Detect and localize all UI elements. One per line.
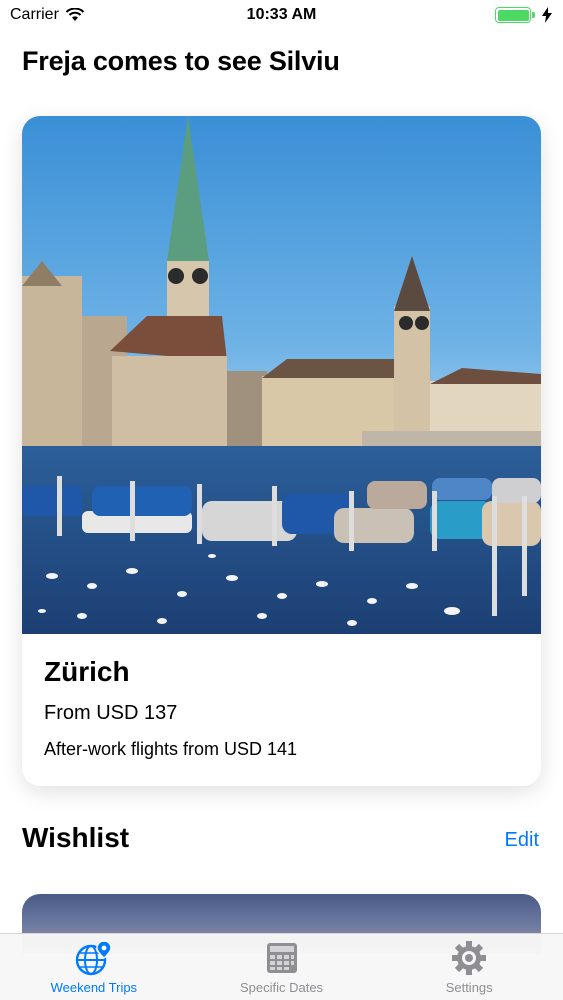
tab-specific-dates[interactable]: Specific Dates bbox=[188, 934, 376, 1000]
battery-icon bbox=[495, 7, 535, 23]
card-body: Zürich From USD 137 After-work flights f… bbox=[22, 634, 541, 780]
destination-city: Zürich bbox=[44, 656, 130, 687]
status-left: Carrier bbox=[10, 6, 85, 24]
tab-settings[interactable]: Settings bbox=[375, 934, 563, 1000]
featured-destination-card[interactable]: Zürich From USD 137 After-work flights f… bbox=[22, 116, 541, 786]
globe-pin-icon bbox=[75, 940, 112, 976]
charging-bolt-icon bbox=[542, 7, 552, 23]
destination-price: From USD 137 bbox=[44, 702, 178, 724]
tab-bar: Weekend Trips Specific Dates Settings bbox=[0, 933, 563, 1000]
destination-photo bbox=[22, 116, 541, 634]
tab-label-settings: Settings bbox=[445, 980, 493, 995]
status-time: 10:33 AM bbox=[246, 6, 317, 23]
tab-label-weekend-trips: Weekend Trips bbox=[50, 980, 138, 995]
destination-subtitle: After-work flights from USD 141 bbox=[44, 739, 298, 759]
wishlist-edit-button[interactable]: Edit bbox=[505, 829, 539, 852]
calendar-icon bbox=[266, 943, 297, 973]
battery-fill bbox=[497, 9, 529, 21]
tab-label-specific-dates: Specific Dates bbox=[239, 980, 324, 995]
tab-weekend-trips[interactable]: Weekend Trips bbox=[0, 934, 188, 1000]
status-bar: Carrier 10:33 AM bbox=[0, 0, 563, 30]
carrier-label: Carrier bbox=[10, 6, 59, 23]
status-right bbox=[495, 7, 553, 23]
wishlist-title: Wishlist bbox=[22, 822, 130, 853]
page-title: Freja comes to see Silviu bbox=[22, 46, 340, 76]
wifi-icon bbox=[65, 8, 85, 21]
gear-icon bbox=[452, 941, 487, 975]
